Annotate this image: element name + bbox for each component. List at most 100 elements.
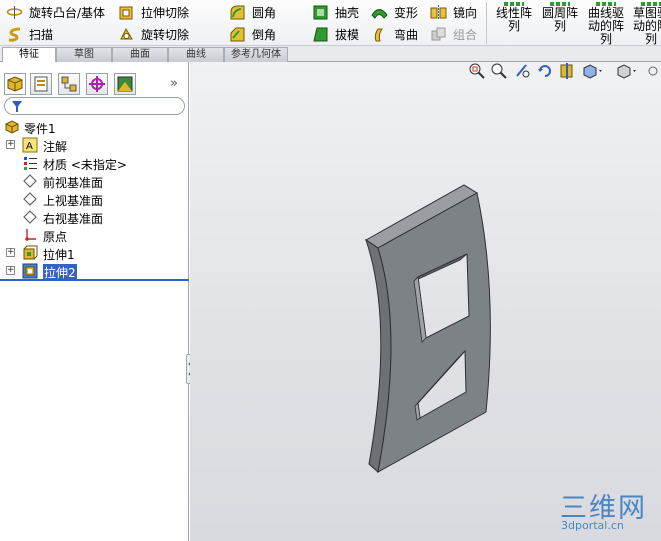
graphics-viewport[interactable]	[190, 62, 661, 541]
deform-label: 变形	[394, 5, 419, 20]
tab-features[interactable]: 特征	[2, 47, 56, 62]
origin-icon	[25, 229, 36, 241]
tree-item-top-plane[interactable]: 上视基准面	[0, 190, 189, 208]
tree-item-extrude2[interactable]: + 拉伸2	[0, 262, 189, 281]
tab-sketch[interactable]: 草图	[56, 47, 112, 62]
fillet-icon	[229, 4, 246, 21]
tree-item-material[interactable]: 材质 <未指定>	[0, 154, 189, 172]
revolved-cut-icon	[118, 26, 135, 43]
expand-plus-icon[interactable]: +	[6, 266, 15, 275]
display-manager-icon	[117, 76, 133, 92]
extruded-cut-button[interactable]: 拉伸切除	[118, 2, 189, 22]
tree-item-extrude1[interactable]: + 拉伸1	[0, 244, 189, 262]
deform-button[interactable]: 变形	[371, 2, 418, 22]
tree-filter-input[interactable]	[4, 97, 185, 115]
feature-manager-panel: » 零件1 + A 注解 材质 <未指定> 前视基准面 上视基准面 右视基准面 …	[0, 62, 189, 541]
plane-icon	[23, 210, 37, 224]
mirror-icon	[430, 4, 447, 21]
revolved-cut-label: 旋转切除	[141, 27, 190, 42]
sweep-label: 扫描	[29, 27, 54, 42]
shell-button[interactable]: 抽壳	[312, 2, 359, 22]
curve-driven-pattern-button[interactable]: 曲线驱 动的阵 列	[586, 2, 626, 46]
tree-rollback-bar[interactable]	[0, 279, 189, 281]
extrude-icon	[23, 245, 38, 260]
expand-plus-icon[interactable]: +	[6, 140, 15, 149]
feature-manager-tab[interactable]	[4, 73, 26, 95]
sketch-driven-pattern-label: 草图驱 动的阵 列	[632, 6, 661, 46]
tree-item-label: 拉伸1	[43, 248, 75, 262]
circular-pattern-label: 圆周阵 列	[541, 6, 578, 33]
feature-tree-icon	[7, 76, 23, 92]
flex-icon	[371, 26, 388, 43]
sketch-driven-pattern-button[interactable]: 草图驱 动的阵 列	[631, 2, 661, 46]
draft-button[interactable]: 拔模	[312, 24, 359, 44]
material-icon	[24, 157, 37, 170]
sweep-icon	[6, 26, 23, 43]
configuration-manager-tab[interactable]	[58, 73, 80, 95]
tab-curves[interactable]: 曲线	[168, 47, 224, 62]
draft-label: 拔模	[335, 27, 360, 42]
combine-icon	[430, 26, 447, 43]
tree-root-part[interactable]: 零件1	[0, 118, 189, 136]
tree-item-label: 上视基准面	[43, 194, 104, 208]
property-icon	[34, 76, 48, 92]
tree-item-origin[interactable]: 原点	[0, 226, 189, 244]
tree-item-label: 原点	[43, 230, 68, 244]
combine-label: 组合	[453, 27, 478, 42]
chamfer-label: 倒角	[252, 27, 277, 42]
revolved-boss-button[interactable]: 旋转凸台/基体	[6, 2, 105, 22]
tree-item-label: 注解	[43, 140, 68, 154]
revolved-cut-button[interactable]: 旋转切除	[118, 24, 189, 44]
shell-icon	[312, 4, 329, 21]
chamfer-icon	[229, 26, 246, 43]
circular-pattern-button[interactable]: 圆周阵 列	[540, 2, 580, 33]
sweep-button[interactable]: 扫描	[6, 24, 53, 44]
part-model[interactable]	[190, 62, 661, 541]
tree-item-label: 前视基准面	[43, 176, 104, 190]
watermark-url: 3dportal.cn	[561, 519, 624, 532]
more-tabs-chevron-icon[interactable]: »	[170, 76, 178, 91]
fillet-label: 圆角	[252, 5, 277, 20]
tree-item-right-plane[interactable]: 右视基准面	[0, 208, 189, 226]
svg-text:A: A	[26, 141, 33, 152]
plane-icon	[23, 174, 37, 188]
deform-icon	[371, 4, 388, 21]
expand-plus-icon[interactable]: +	[6, 248, 15, 257]
display-manager-tab[interactable]	[114, 73, 136, 95]
tab-reference-geometry[interactable]: 参考几何体	[224, 47, 288, 62]
linear-pattern-label: 线性阵 列	[495, 6, 532, 33]
ribbon-separator	[486, 2, 487, 44]
extrude-cut-icon	[22, 263, 38, 279]
revolved-boss-label: 旋转凸台/基体	[29, 5, 106, 20]
tree-item-annotations[interactable]: + A 注解	[0, 136, 189, 154]
tree-item-label: 零件1	[24, 122, 56, 136]
chamfer-button[interactable]: 倒角	[229, 24, 276, 44]
extruded-cut-icon	[118, 4, 135, 21]
command-tabs: 特征 草图 曲面 曲线 参考几何体	[0, 46, 661, 62]
tab-surfaces[interactable]: 曲面	[112, 47, 168, 62]
part-icon	[5, 120, 19, 134]
tree-item-label: 右视基准面	[43, 212, 104, 226]
mirror-label: 镜向	[453, 5, 478, 20]
flex-label: 弯曲	[394, 27, 419, 42]
annotation-icon: A	[22, 137, 38, 153]
property-manager-tab[interactable]	[30, 73, 52, 95]
revolve-icon	[6, 4, 23, 21]
draft-icon	[312, 26, 329, 43]
flex-button[interactable]: 弯曲	[371, 24, 418, 44]
crosshair-icon	[89, 76, 105, 92]
filter-icon	[12, 101, 22, 112]
tree-item-label: 材质 <未指定>	[43, 158, 127, 172]
mirror-button[interactable]: 镜向	[430, 2, 477, 22]
linear-pattern-button[interactable]: 线性阵 列	[494, 2, 534, 33]
plane-icon	[23, 192, 37, 206]
tree-item-front-plane[interactable]: 前视基准面	[0, 172, 189, 190]
fillet-button[interactable]: 圆角	[229, 2, 276, 22]
dim-xpert-tab[interactable]	[86, 73, 108, 95]
extruded-cut-label: 拉伸切除	[141, 5, 190, 20]
command-manager-ribbon: 旋转凸台/基体 扫描 拉伸切除 旋转切除 圆角 倒角 抽壳 拔模 变形 弯曲 镜…	[0, 0, 661, 46]
curve-driven-pattern-label: 曲线驱 动的阵 列	[587, 6, 624, 46]
shell-label: 抽壳	[335, 5, 360, 20]
combine-button[interactable]: 组合	[430, 24, 477, 44]
panel-tab-bar: »	[0, 70, 189, 96]
